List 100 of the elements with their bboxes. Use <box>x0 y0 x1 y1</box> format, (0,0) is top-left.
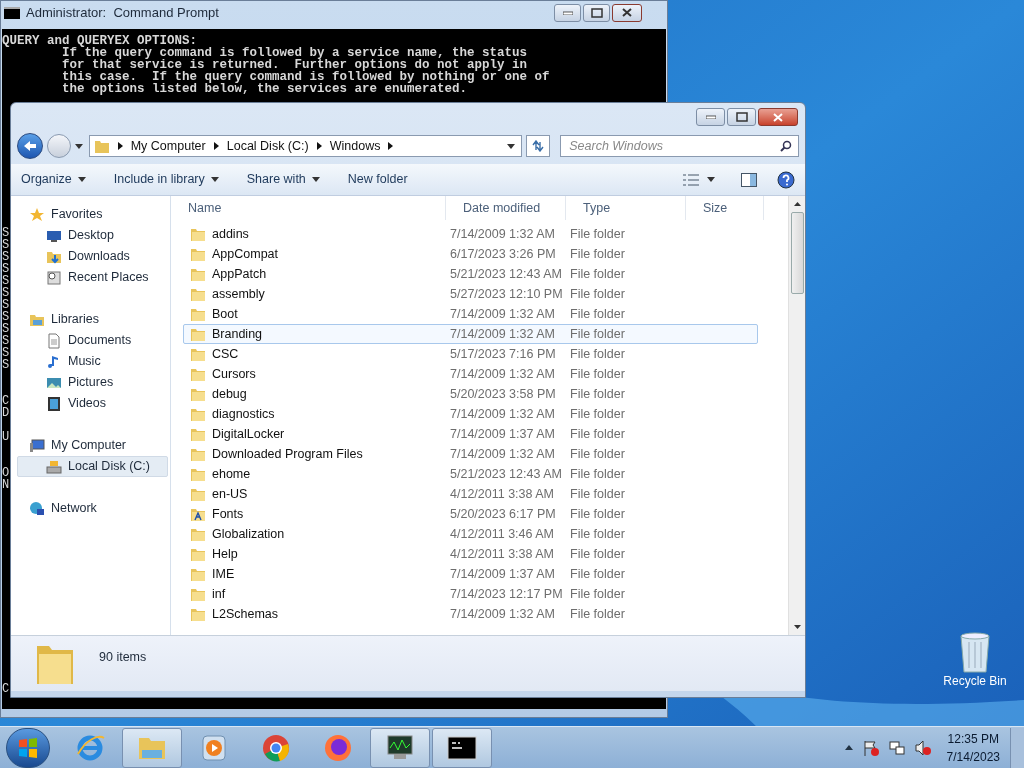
file-row[interactable]: L2Schemas 7/14/2009 1:32 AM File folder <box>183 604 758 624</box>
taskbar-button[interactable] <box>432 727 492 768</box>
file-row[interactable]: DigitalLocker 7/14/2009 1:37 AM File folder <box>183 424 758 444</box>
caret-icon <box>311 177 320 182</box>
folder-icon <box>190 546 206 562</box>
folder-icon <box>190 486 206 502</box>
file-name: assembly <box>212 285 265 303</box>
breadcrumb-item[interactable]: Local Disk (C:) <box>226 136 309 156</box>
toolbar-button[interactable]: Organize <box>21 170 86 189</box>
date-cell-text: 7/14/2009 1:37 AM <box>449 425 556 443</box>
minimize-button[interactable] <box>696 108 725 126</box>
help-icon[interactable] <box>777 170 795 189</box>
restore-icon <box>735 112 748 122</box>
nav-item[interactable]: Recent Places <box>17 267 168 288</box>
scroll-thumb[interactable] <box>790 212 804 294</box>
nav-item[interactable]: Pictures <box>17 372 168 393</box>
close-button[interactable] <box>758 108 798 126</box>
file-row[interactable]: diagnostics 7/14/2009 1:32 AM File folder <box>183 404 758 424</box>
breadcrumb-item[interactable]: My Computer <box>130 136 206 156</box>
toolbar-button[interactable]: Share with <box>246 170 320 189</box>
file-row[interactable]: Cursors 7/14/2009 1:32 AM File folder <box>183 364 758 384</box>
file-row[interactable]: CSC 5/17/2023 7:16 PM File folder <box>183 344 758 364</box>
folder-icon <box>93 138 110 154</box>
caret-icon <box>74 143 83 149</box>
date-cell-text: 5/17/2023 7:16 PM <box>449 345 557 363</box>
file-row[interactable]: debug 5/20/2023 3:58 PM File folder <box>183 384 758 404</box>
toolbar-button[interactable]: Include in library <box>113 170 219 189</box>
file-row[interactable]: Branding 7/14/2009 1:32 AM File folder <box>183 324 758 344</box>
caret-icon <box>210 177 219 182</box>
network-icon[interactable] <box>888 739 905 756</box>
caret-icon <box>77 177 86 182</box>
file-name: AppPatch <box>212 265 267 283</box>
file-name: addins <box>212 225 249 243</box>
date-cell-text: 7/14/2009 1:32 AM <box>449 325 556 343</box>
date-cell-text: 7/14/2009 1:37 AM <box>449 565 556 583</box>
file-row[interactable]: assembly 5/27/2023 12:10 PM File folder <box>183 284 758 304</box>
nav-group[interactable]: Favorites <box>29 204 168 225</box>
column-header[interactable]: Type <box>566 196 686 220</box>
muted-speaker-icon[interactable] <box>914 739 931 756</box>
file-name: Fonts <box>212 505 244 523</box>
restore-button[interactable] <box>727 108 756 126</box>
file-row[interactable]: inf 7/14/2023 12:17 PM File folder <box>183 584 758 604</box>
nav-item[interactable]: Local Disk (C:) <box>17 456 168 477</box>
search-field[interactable]: Search Windows <box>560 135 799 157</box>
file-row[interactable]: Help 4/12/2011 3:38 AM File folder <box>183 544 758 564</box>
column-header[interactable]: Date modified <box>446 196 566 220</box>
nav-item[interactable]: Documents <box>17 330 168 351</box>
restore-button[interactable] <box>583 3 610 22</box>
scroll-up-icon[interactable] <box>793 202 801 206</box>
console-line: the options listed below, the services are enumerated. <box>61 83 468 95</box>
taskbar-button[interactable] <box>370 727 430 768</box>
folder-icon <box>190 606 206 622</box>
nav-group[interactable]: Libraries <box>29 309 168 330</box>
type-cell-text: File folder <box>569 585 626 603</box>
clock-date[interactable]: 7/14/2023 <box>946 747 1000 766</box>
file-row[interactable]: AppPatch 5/21/2023 12:43 AM File folder <box>183 264 758 284</box>
file-row[interactable]: IME 7/14/2009 1:37 AM File folder <box>183 564 758 584</box>
folder-icon <box>190 446 206 462</box>
back-button[interactable] <box>17 133 43 159</box>
clock-time[interactable]: 12:35 PM <box>947 729 999 748</box>
breadcrumb-item[interactable]: Windows <box>329 136 381 156</box>
refresh-button[interactable] <box>526 135 551 157</box>
nav-item[interactable]: Videos <box>17 393 168 414</box>
file-row[interactable]: AppCompat 6/17/2023 3:26 PM File folder <box>183 244 758 264</box>
date-cell-text: 6/17/2023 3:26 PM <box>449 245 557 263</box>
file-row[interactable]: addins 7/14/2009 1:32 AM File folder <box>183 224 758 244</box>
scroll-down-icon[interactable] <box>793 625 801 629</box>
folder-icon <box>190 286 206 302</box>
column-header[interactable]: Size <box>686 196 764 220</box>
trash-bin-icon[interactable] <box>957 630 993 674</box>
minimize-button[interactable] <box>554 3 581 22</box>
show-hidden-icons-icon[interactable] <box>844 745 853 750</box>
search-input[interactable]: Search Windows <box>569 136 780 156</box>
start-button[interactable] <box>6 727 50 768</box>
type-cell-text: File folder <box>569 565 626 583</box>
file-row[interactable]: Globalization 4/12/2011 3:46 AM File folder <box>183 524 758 544</box>
nav-item[interactable]: Music <box>17 351 168 372</box>
nav-group[interactable]: My Computer <box>29 435 168 456</box>
address-bar[interactable]: My Computer Local Disk (C:) Windows <box>88 135 523 157</box>
nav-item[interactable]: Desktop <box>17 225 168 246</box>
column-header[interactable]: Name <box>171 196 446 220</box>
scrollbar[interactable] <box>788 196 805 635</box>
file-name: Globalization <box>212 525 285 543</box>
console-line: for that service is returned. Further options do not apply in <box>61 59 528 71</box>
file-row[interactable]: Downloaded Program Files 7/14/2009 1:32 AM File folder <box>183 444 758 464</box>
close-button[interactable] <box>612 3 642 22</box>
preview-pane-icon[interactable] <box>741 172 757 187</box>
flag-icon[interactable] <box>862 739 879 756</box>
console-text-fragment: S S S S S S S S S S S S C D U O N C <box>2 227 11 695</box>
computer-icon <box>29 437 45 454</box>
toolbar-button[interactable]: New folder <box>347 170 408 189</box>
type-cell-text: File folder <box>569 425 626 443</box>
file-row[interactable]: Boot 7/14/2009 1:32 AM File folder <box>183 304 758 324</box>
desktop-icon-label[interactable]: Recycle Bin <box>943 674 1007 689</box>
file-row[interactable]: ehome 5/21/2023 12:43 AM File folder <box>183 464 758 484</box>
file-row[interactable]: en-US 4/12/2011 3:38 AM File folder <box>183 484 758 504</box>
nav-item[interactable]: Downloads <box>17 246 168 267</box>
file-row[interactable]: Fonts 5/20/2023 6:17 PM File folder <box>183 504 758 524</box>
date-cell-text: 7/14/2009 1:32 AM <box>449 445 556 463</box>
nav-group[interactable]: Network <box>29 498 168 519</box>
